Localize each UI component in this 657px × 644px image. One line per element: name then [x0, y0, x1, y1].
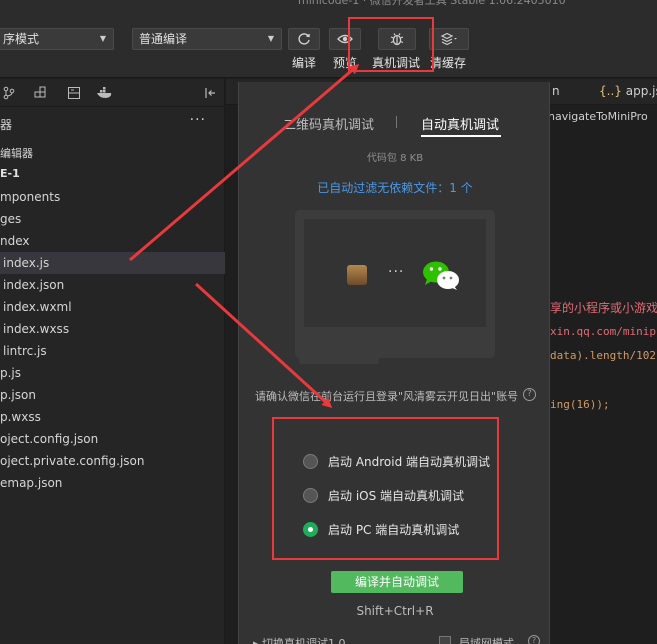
- editor-tab-label: app.js: [625, 84, 657, 98]
- clear-cache-label: 清缓存: [430, 56, 467, 70]
- help-icon[interactable]: ?: [528, 635, 540, 644]
- filtered-files-link[interactable]: 已自动过滤无依赖文件：1 个: [239, 179, 549, 196]
- top-toolbar: minicode-1 · 微信开发者工具 Stable 1.06.2405010…: [0, 0, 657, 78]
- compile-mode-select[interactable]: 普通编译 ▼: [132, 28, 282, 50]
- file-tree-item[interactable]: p.json: [0, 384, 225, 406]
- editor-breadcrumb: navigateToMiniPro: [548, 110, 648, 123]
- sidebar-title: 器: [0, 118, 13, 132]
- file-tree-item[interactable]: p.wxss: [0, 406, 225, 428]
- mode-select[interactable]: 序模式 ▼: [0, 28, 114, 50]
- active-tab-indicator: [421, 135, 501, 137]
- monitor-base: [299, 355, 379, 364]
- refresh-icon: [298, 33, 310, 45]
- monitor-illustration: [295, 210, 495, 358]
- file-tree-item[interactable]: mponents: [0, 186, 225, 208]
- file-tree-item[interactable]: index.json: [0, 274, 225, 296]
- file-tree: mponents ges ndex index.js index.json in…: [0, 186, 225, 494]
- tab-qr-code-debug[interactable]: 二维码真机调试: [283, 114, 374, 133]
- sidebar-section-header[interactable]: 编辑器: [0, 145, 33, 161]
- file-tree-item-selected[interactable]: index.js: [0, 252, 225, 274]
- lan-mode-checkbox[interactable]: [439, 636, 451, 644]
- file-tree-item[interactable]: ndex: [0, 230, 225, 252]
- highlight-box-debug-button: [348, 17, 434, 72]
- monitor-stand: [387, 327, 405, 349]
- file-tree-item[interactable]: p.js: [0, 362, 225, 384]
- layers-icon: [440, 32, 457, 46]
- file-tree-item[interactable]: emap.json: [0, 472, 225, 494]
- code-line: xin.qq.com/minip: [550, 325, 656, 338]
- highlight-box-debug-options: [272, 417, 499, 560]
- compile-label: 编译: [292, 56, 317, 70]
- project-folder[interactable]: E-1: [0, 167, 20, 180]
- tab-separator: [396, 116, 397, 128]
- collapse-panel-icon[interactable]: [203, 86, 217, 100]
- chevron-down-icon: ▼: [267, 34, 274, 43]
- help-icon[interactable]: ?: [523, 388, 536, 401]
- window-title: minicode-1 · 微信开发者工具 Stable 1.06.2405010: [298, 0, 566, 7]
- extensions-icon[interactable]: [34, 86, 48, 100]
- more-icon[interactable]: ···: [190, 112, 206, 128]
- clear-cache-button[interactable]: [429, 28, 469, 50]
- keyboard-shortcut: Shift+Ctrl+R: [356, 604, 434, 618]
- app-icon: [347, 265, 367, 285]
- js-file-icon: {..}: [599, 84, 622, 98]
- chevron-down-icon: ▼: [99, 34, 106, 43]
- code-line: 享的小程序或小游戏: [550, 301, 657, 315]
- storage-icon[interactable]: [67, 86, 81, 100]
- compile-button[interactable]: [288, 28, 320, 50]
- editor-tab-app-js[interactable]: {..} app.js: [599, 84, 657, 98]
- compile-mode-value: 普通编译: [139, 32, 188, 46]
- switch-debug-1-link[interactable]: ▸ 切换真机调试1.0: [253, 635, 346, 644]
- code-line: ing(16));: [550, 398, 610, 411]
- file-tree-item[interactable]: index.wxml: [0, 296, 225, 318]
- code-line: data).length/102: [550, 349, 656, 362]
- mode-select-value: 序模式: [3, 32, 40, 46]
- file-tree-item[interactable]: lintrc.js: [0, 340, 225, 362]
- tab-auto-debug[interactable]: 自动真机调试: [421, 114, 499, 133]
- sidebar-activity-icons: [0, 79, 224, 107]
- editor-tab[interactable]: n: [552, 84, 560, 98]
- lan-mode-label: 局域网模式: [459, 637, 514, 644]
- file-tree-item[interactable]: ges: [0, 208, 225, 230]
- connecting-dots: ···: [388, 264, 405, 280]
- file-explorer-sidebar: 器 ··· 编辑器 E-1 mponents ges ndex index.js…: [0, 79, 225, 644]
- compile-and-auto-debug-button[interactable]: 编译并自动调试: [331, 571, 463, 593]
- file-tree-item[interactable]: oject.config.json: [0, 428, 225, 450]
- docker-icon[interactable]: [96, 86, 114, 100]
- git-branch-icon[interactable]: [2, 86, 16, 100]
- package-size: 代码包 8 KB: [366, 153, 424, 164]
- file-tree-item[interactable]: index.wxss: [0, 318, 225, 340]
- confirm-login-text: 请确认微信在前台运行且登录"风清雾云开见日出"账号: [255, 390, 519, 403]
- wechat-icon: [423, 261, 459, 290]
- file-tree-item[interactable]: oject.private.config.json: [0, 450, 225, 472]
